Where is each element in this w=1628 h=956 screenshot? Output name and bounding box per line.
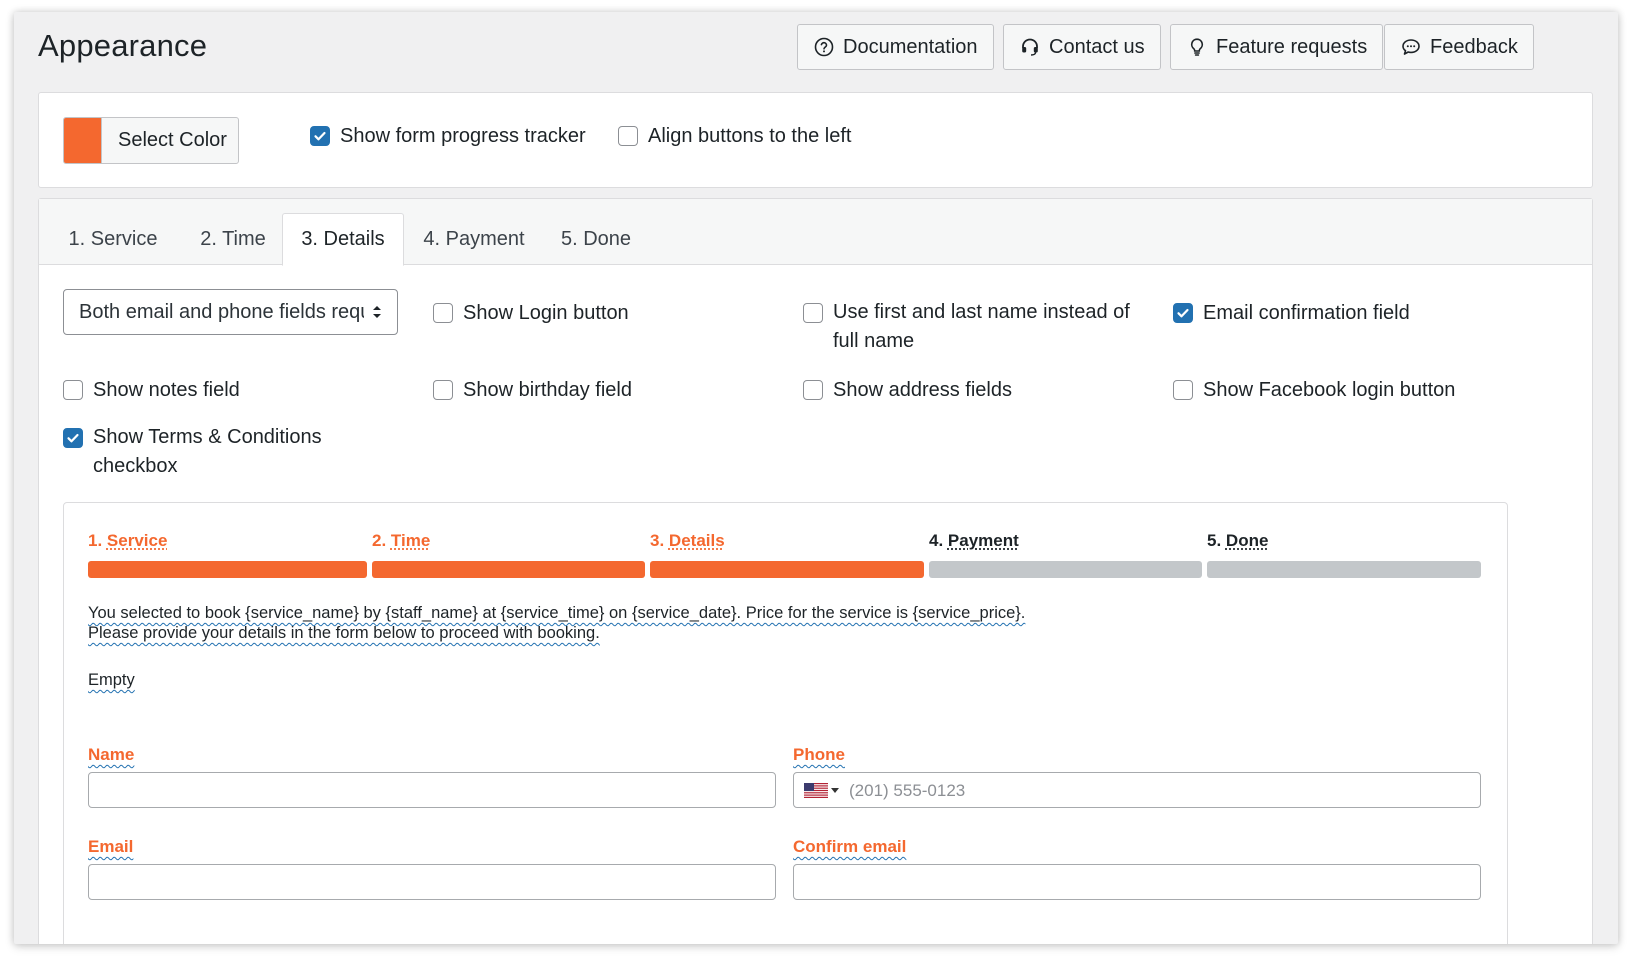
page-title: Appearance xyxy=(38,28,208,63)
align-buttons-left-option: Align buttons to the left xyxy=(618,121,851,151)
confirm-email-label[interactable]: Confirm email xyxy=(793,837,906,857)
step-number: 4. xyxy=(929,531,944,550)
documentation-button[interactable]: Documentation xyxy=(797,24,994,70)
progress-bar-service xyxy=(88,561,367,578)
show-terms-option: Show Terms & Conditions checkbox xyxy=(63,423,353,481)
step-number: 3. xyxy=(650,531,665,550)
feedback-button[interactable]: Feedback xyxy=(1384,24,1534,70)
show-facebook-login-option: Show Facebook login button xyxy=(1173,375,1455,405)
feature-requests-button[interactable]: Feature requests xyxy=(1170,24,1384,70)
email-label[interactable]: Email xyxy=(88,837,133,857)
show-progress-tracker-checkbox[interactable] xyxy=(310,126,330,146)
first-last-name-label: Use first and last name instead of full … xyxy=(833,301,1130,352)
progress-step-done: 5. Done xyxy=(1207,531,1268,551)
tab-payment[interactable]: 4. Payment xyxy=(411,213,537,265)
documentation-label: Documentation xyxy=(843,35,978,58)
show-notes-label: Show notes field xyxy=(93,379,240,401)
contact-us-label: Contact us xyxy=(1049,35,1145,58)
email-confirmation-label: Email confirmation field xyxy=(1203,302,1410,324)
show-notes-checkbox[interactable] xyxy=(63,380,83,400)
progress-step-payment: 4. Payment xyxy=(929,531,1019,551)
chat-bubble-icon xyxy=(1400,36,1422,58)
step-name: Details xyxy=(668,531,725,550)
tab-done[interactable]: 5. Done xyxy=(549,213,643,265)
name-label[interactable]: Name xyxy=(88,745,134,765)
first-last-name-checkbox[interactable] xyxy=(803,303,823,323)
progress-bar-payment xyxy=(929,561,1202,578)
align-buttons-left-label: Align buttons to the left xyxy=(648,125,852,147)
show-address-label: Show address fields xyxy=(833,379,1012,401)
show-facebook-login-label: Show Facebook login button xyxy=(1203,379,1456,401)
name-input[interactable] xyxy=(88,772,776,808)
tab-service[interactable]: 1. Service xyxy=(57,213,169,265)
show-notes-option: Show notes field xyxy=(63,375,240,405)
general-settings-card: Select Color Show form progress tracker … xyxy=(38,92,1593,188)
show-login-button-label: Show Login button xyxy=(463,302,629,324)
phone-label[interactable]: Phone xyxy=(793,745,845,765)
show-address-checkbox[interactable] xyxy=(803,380,823,400)
email-input[interactable] xyxy=(88,864,776,900)
align-buttons-left-checkbox[interactable] xyxy=(618,126,638,146)
country-dropdown-icon[interactable] xyxy=(831,788,839,793)
progress-bar-details xyxy=(650,561,924,578)
show-birthday-checkbox[interactable] xyxy=(433,380,453,400)
step-number: 5. xyxy=(1207,531,1222,550)
required-fields-select[interactable]: Both email and phone fields required xyxy=(63,289,398,335)
confirm-email-input[interactable] xyxy=(793,864,1481,900)
show-login-button-option: Show Login button xyxy=(433,298,629,328)
tab-details[interactable]: 3. Details xyxy=(282,213,404,266)
booking-info-text[interactable]: You selected to book {service_name} by {… xyxy=(88,603,1025,643)
show-progress-tracker-label: Show form progress tracker xyxy=(340,125,586,147)
step-tabs-bar: 1. Service 2. Time 3. Details 4. Payment… xyxy=(39,199,1592,266)
select-color-button[interactable]: Select Color xyxy=(63,117,239,164)
progress-step-service: 1. Service xyxy=(88,531,167,551)
booking-info-line-2: Please provide your details in the form … xyxy=(88,624,600,642)
select-arrows-icon xyxy=(373,306,381,318)
question-circle-icon xyxy=(813,36,835,58)
step-number: 1. xyxy=(88,531,103,550)
us-flag-icon[interactable] xyxy=(804,783,828,798)
show-facebook-login-checkbox[interactable] xyxy=(1173,380,1193,400)
tab-time[interactable]: 2. Time xyxy=(181,213,285,265)
lightbulb-icon xyxy=(1186,36,1208,58)
required-fields-value: Both email and phone fields required xyxy=(79,300,364,323)
color-swatch[interactable] xyxy=(64,118,102,163)
headset-icon xyxy=(1019,36,1041,58)
show-birthday-option: Show birthday field xyxy=(433,375,632,405)
feedback-label: Feedback xyxy=(1430,35,1518,58)
step-number: 2. xyxy=(372,531,387,550)
select-color-label: Select Color xyxy=(118,129,227,151)
email-confirmation-option: Email confirmation field xyxy=(1173,298,1410,328)
show-terms-label: Show Terms & Conditions checkbox xyxy=(93,426,322,477)
phone-input[interactable]: (201) 555-0123 xyxy=(793,772,1481,808)
show-birthday-label: Show birthday field xyxy=(463,379,632,401)
show-progress-tracker-option: Show form progress tracker xyxy=(310,121,586,151)
empty-text[interactable]: Empty xyxy=(88,671,135,690)
progress-step-details: 3. Details xyxy=(650,531,725,551)
first-last-name-option: Use first and last name instead of full … xyxy=(803,298,1143,356)
step-name: Payment xyxy=(947,531,1019,550)
step-name: Service xyxy=(106,531,168,550)
progress-bar-time xyxy=(372,561,645,578)
phone-placeholder: (201) 555-0123 xyxy=(849,781,966,800)
step-tabs-card: 1. Service 2. Time 3. Details 4. Payment… xyxy=(38,198,1593,944)
booking-form-preview: 1. Service 2. Time 3. Details 4. Payment… xyxy=(63,502,1508,944)
show-terms-checkbox[interactable] xyxy=(63,428,83,448)
step-name: Time xyxy=(390,531,431,550)
progress-step-time: 2. Time xyxy=(372,531,430,551)
settings-window: Appearance Documentation Contact us Feat… xyxy=(14,12,1618,944)
feature-requests-label: Feature requests xyxy=(1216,35,1368,58)
contact-us-button[interactable]: Contact us xyxy=(1003,24,1161,70)
step-name: Done xyxy=(1225,531,1269,550)
progress-bar-done xyxy=(1207,561,1481,578)
email-confirmation-checkbox[interactable] xyxy=(1173,303,1193,323)
show-address-option: Show address fields xyxy=(803,375,1012,405)
show-login-button-checkbox[interactable] xyxy=(433,303,453,323)
booking-info-line-1: You selected to book {service_name} by {… xyxy=(88,604,1026,622)
